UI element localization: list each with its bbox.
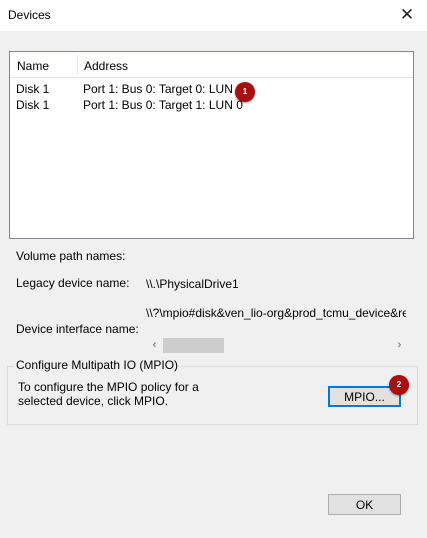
list-item[interactable]: Disk 1 Port 1: Bus 0: Target 1: LUN 0 <box>10 96 413 113</box>
column-separator[interactable] <box>77 55 78 74</box>
device-interface-label: Device interface name: <box>16 322 139 336</box>
device-interface-value: \\?\mpio#disk&ven_lio-org&prod_tcmu_devi… <box>146 306 406 320</box>
row-address: Port 1: Bus 0: Target 0: LUN 0 <box>83 82 243 96</box>
scroll-left-icon[interactable]: ‹ <box>146 337 163 354</box>
volume-path-label: Volume path names: <box>16 249 126 263</box>
row-name: Disk 1 <box>16 82 50 96</box>
list-item[interactable]: Disk 1 Port 1: Bus 0: Target 0: LUN 0 <box>10 80 413 97</box>
ok-button[interactable]: OK <box>328 494 401 515</box>
callout-badge-1: 1 <box>235 82 255 102</box>
scrollbar-thumb[interactable] <box>163 338 224 353</box>
legacy-device-label: Legacy device name: <box>16 276 130 290</box>
column-header-name[interactable]: Name <box>17 59 49 73</box>
devices-list[interactable]: Name Address Disk 1 Port 1: Bus 0: Targe… <box>9 51 414 239</box>
row-address: Port 1: Bus 0: Target 1: LUN 0 <box>83 98 243 112</box>
horizontal-scrollbar[interactable]: ‹ › <box>146 337 408 354</box>
window-title: Devices <box>8 8 51 22</box>
mpio-description-line2: selected device, click MPIO. <box>18 394 169 408</box>
legacy-device-value: \\.\PhysicalDrive1 <box>146 277 239 291</box>
scroll-right-icon[interactable]: › <box>391 337 408 354</box>
devices-dialog: Devices ✕ Name Address Disk 1 Port 1: Bu… <box>0 0 427 538</box>
mpio-group-title: Configure Multipath IO (MPIO) <box>14 358 181 372</box>
callout-badge-2: 2 <box>389 375 409 395</box>
column-header-address[interactable]: Address <box>84 59 128 73</box>
mpio-description-line1: To configure the MPIO policy for a <box>18 380 199 394</box>
row-name: Disk 1 <box>16 98 50 112</box>
device-interface-field[interactable]: \\?\mpio#disk&ven_lio-org&prod_tcmu_devi… <box>146 306 406 322</box>
list-header: Name Address <box>10 52 413 78</box>
scrollbar-track[interactable] <box>163 337 391 354</box>
title-bar: Devices ✕ <box>0 0 427 31</box>
close-icon[interactable]: ✕ <box>393 2 421 28</box>
